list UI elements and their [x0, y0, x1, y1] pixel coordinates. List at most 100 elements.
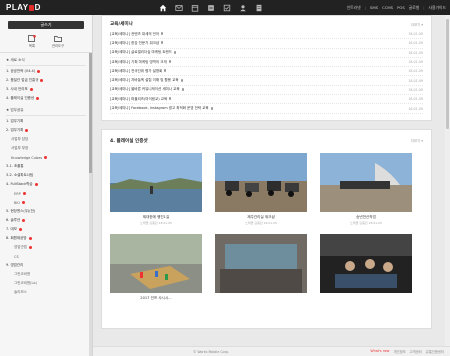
- admin-tools-button[interactable]: 관리도구: [52, 35, 64, 48]
- top-link-pos[interactable]: POS: [397, 5, 405, 10]
- mail-icon[interactable]: [171, 0, 187, 15]
- write-button[interactable]: 글쓰기: [8, 21, 84, 29]
- sidebar-item[interactable]: 7. 데모: [6, 225, 86, 234]
- home-icon[interactable]: [155, 0, 171, 15]
- sidebar-item[interactable]: 영업관법: [6, 243, 86, 252]
- sidebar-item[interactable]: BKI: [6, 198, 86, 207]
- sidebar-item[interactable]: 3. 사내 언리포: [6, 85, 86, 94]
- post-row[interactable]: [교육/세미나] 글로벌리더십 마케팅 트렌드 18.01.09: [110, 49, 423, 58]
- sidebar-item-label: 3-1. 조플통: [6, 164, 24, 168]
- approval-icon[interactable]: [219, 0, 235, 15]
- post-date: 18.01.09: [408, 41, 423, 46]
- sidebar-item[interactable]: 6. 솔루션: [6, 216, 86, 225]
- photo-thumbnail[interactable]: [110, 234, 202, 294]
- photo-thumbnail[interactable]: [320, 152, 412, 212]
- footer-link-whats-new[interactable]: What's new: [370, 349, 389, 354]
- photo-thumbnail[interactable]: [320, 234, 412, 294]
- admin-tools-label: 관리도구: [51, 44, 65, 48]
- card-meta: 노래클 김종민 18.01.05: [350, 221, 382, 226]
- sidebar-item[interactable]: CS: [6, 252, 86, 261]
- person-icon[interactable]: [235, 0, 251, 15]
- app-logo[interactable]: PLAY D: [6, 3, 41, 12]
- sidebar-item[interactable]: 2. 업무기획: [6, 126, 86, 135]
- post-title[interactable]: [교육/세미나] 한강 전문가 워크샵: [110, 41, 164, 46]
- top-link-sms[interactable]: SMS: [370, 5, 378, 10]
- photo-card[interactable]: 송년전산작업 노래클 김종민 18.01.05: [320, 152, 412, 226]
- post-row[interactable]: [교육/세미나] Facebook, Instagram 광고 최적화 운영 전…: [110, 104, 423, 114]
- sidebar-item-label: ERP: [14, 191, 21, 196]
- post-title[interactable]: [교육/세미나] 퍼블리즈(마이링교) 교육: [110, 97, 172, 102]
- sidebar-item[interactable]: 1. 업무기획: [6, 117, 86, 126]
- panel-header: 교육/세미나 더보기 ▾: [110, 19, 423, 30]
- sidebar-item-label: 9. 영업관리: [6, 263, 24, 267]
- post-title[interactable]: [교육/세미나] 자바놀엑 설립 이해 및 활용 교육: [110, 78, 183, 83]
- main-scrollbar[interactable]: [445, 15, 450, 346]
- sidebar-item[interactable]: Knowledge Cubes: [6, 153, 86, 162]
- photo-card[interactable]: 제주관리실 워크샵 노래클 김종민 18.01.05: [215, 152, 307, 226]
- section-items: 1. 공공전략 (V4.4) 2. 품질관 업급 진흥규 3. 사내 언리포 4. 플…: [6, 67, 86, 103]
- sidebar-item[interactable]: 사업부 부장: [6, 144, 86, 153]
- board-icon[interactable]: [203, 0, 219, 15]
- photo-card[interactable]: 2017 인프 사시시...: [110, 234, 202, 303]
- sidebar-item[interactable]: 5. 현장엔스(우)(전): [6, 207, 86, 216]
- top-navigation-bar: PLAY D 인트라넷 | SMS CCMS POS 글로벌 | 사용가이드: [0, 0, 450, 15]
- post-title[interactable]: [교육/세미나] 기획 마케팅 영역의 크게: [110, 60, 171, 65]
- card-caption[interactable]: 제주관리실 워크샵: [215, 215, 307, 220]
- post-title[interactable]: [교육/세미나] 글로벌리더십 마케팅 트렌드: [110, 50, 176, 55]
- card-caption[interactable]: 2017 인프 사시시...: [110, 296, 202, 301]
- top-link-intranet[interactable]: 인트라넷: [347, 5, 361, 11]
- sidebar-item[interactable]: 1. 공공전략 (V4.4): [6, 67, 86, 76]
- top-link-ccms[interactable]: CCMS: [382, 5, 393, 10]
- photo-card[interactable]: [215, 234, 307, 303]
- more-link[interactable]: 더보기 ▾: [411, 22, 423, 27]
- sidebar-item[interactable]: 사업부 담당: [6, 135, 86, 144]
- post-date: 18.01.09: [408, 32, 423, 37]
- photo-card[interactable]: 제대한에 행진1길 노래클 김종민 18.01.05: [110, 152, 202, 225]
- footer-link-support[interactable]: 고객센터: [410, 349, 422, 354]
- post-row[interactable]: [교육/세미나] 기획 마케팅 영역의 크게 18.01.09: [110, 58, 423, 68]
- sidebar-item[interactable]: 9. 영업관리: [6, 261, 86, 270]
- post-row[interactable]: [교육/세미나] 컨텐츠 대세의 언어 18.01.09: [110, 30, 423, 40]
- list-button[interactable]: 목록: [28, 35, 36, 48]
- card-meta: 노래클 김종민 18.01.05: [245, 221, 277, 226]
- photo-card[interactable]: [320, 234, 412, 303]
- sidebar-item[interactable]: ERP: [6, 189, 86, 198]
- post-row[interactable]: [교육/세미나] 전국단위 평가 설명회 18.01.09: [110, 67, 423, 77]
- more-link[interactable]: 더보기 ▾: [411, 138, 423, 143]
- card-caption[interactable]: 송년전산작업: [320, 215, 412, 220]
- sidebar-item[interactable]: 그린코비엔(La): [6, 279, 86, 288]
- scrollbar-thumb[interactable]: [446, 19, 449, 129]
- scrollbar-thumb[interactable]: [89, 53, 92, 173]
- top-link-guide[interactable]: 사용가이드: [429, 5, 446, 11]
- sidebar-item[interactable]: 그린코비엔: [6, 270, 86, 279]
- post-row[interactable]: [교육/세미나] 올바른 커뮤니케이션 세미나 교육 18.01.09: [110, 86, 423, 96]
- sidebar-item[interactable]: 솔리모스: [6, 288, 86, 297]
- sidebar-item[interactable]: 3-2. 소셜파트너팀: [6, 171, 86, 180]
- sidebar-scrollbar[interactable]: [89, 53, 92, 356]
- photo-thumbnail[interactable]: [215, 234, 307, 294]
- sidebar-item[interactable]: 4. FullStack학습: [6, 180, 86, 189]
- post-row[interactable]: [교육/세미나] 자바놀엑 설립 이해 및 활용 교육 18.01.09: [110, 76, 423, 86]
- sidebar-item[interactable]: 4. 플레이실 인증센: [6, 94, 86, 103]
- calendar-icon[interactable]: [187, 0, 203, 15]
- photo-thumbnail[interactable]: [215, 152, 307, 212]
- sidebar-item[interactable]: 8. 회원제공방: [6, 234, 86, 243]
- top-link-global[interactable]: 글로벌: [409, 5, 419, 11]
- post-title[interactable]: [교육/세미나] 컨텐츠 대세의 언어: [110, 32, 164, 37]
- new-badge-icon: [22, 219, 26, 222]
- footer-link-privacy[interactable]: 개인정보: [394, 349, 406, 354]
- photo-thumbnail[interactable]: [110, 152, 202, 212]
- document-icon[interactable]: [251, 0, 267, 15]
- footer-link-cert[interactable]: 유통인증센터: [426, 349, 444, 354]
- section-heading[interactable]: ★ 업무공유: [6, 103, 86, 116]
- section-heading[interactable]: ★ 세로 소식: [6, 53, 86, 66]
- post-row[interactable]: [교육/세미나] 한강 전문가 워크샵 18.01.09: [110, 39, 423, 49]
- post-title[interactable]: [교육/세미나] Facebook, Instagram 광고 최적화 운영 전…: [110, 106, 213, 111]
- post-title[interactable]: [교육/세미나] 전국단위 평가 설명회: [110, 69, 167, 74]
- card-caption[interactable]: 제대한에 행진1길: [110, 215, 202, 220]
- sidebar-item[interactable]: 2. 품질관 업급 진흥규: [6, 76, 86, 85]
- post-row[interactable]: [교육/세미나] 퍼블리즈(마이링교) 교육 18.01.09: [110, 95, 423, 105]
- post-title[interactable]: [교육/세미나] 올바른 커뮤니케이션 세미나 교육: [110, 87, 184, 92]
- sidebar-item[interactable]: 3-1. 조플통: [6, 162, 86, 171]
- seminar-panel: 교육/세미나 더보기 ▾ [교육/세미나] 컨텐츠 대세의 언어 18.01.09…: [101, 15, 432, 121]
